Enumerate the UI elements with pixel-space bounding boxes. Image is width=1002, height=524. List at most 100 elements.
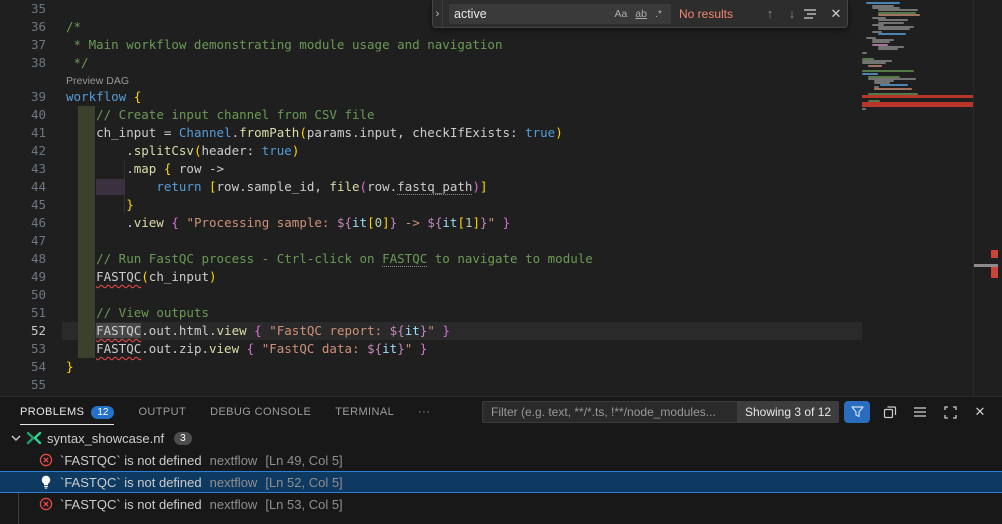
code-line[interactable]: 42 .splitCsv(header: true) — [0, 142, 862, 160]
code-token: .out.html. — [141, 323, 216, 338]
find-previous-icon[interactable]: ↑ — [759, 6, 781, 21]
line-number[interactable]: 43 — [0, 160, 46, 178]
code-line[interactable]: 38 */ — [0, 54, 862, 72]
line-number[interactable]: 39 — [0, 88, 46, 106]
problem-location: [Ln 52, Col 5] — [265, 475, 342, 490]
line-number[interactable]: 52 — [0, 322, 46, 340]
code-line[interactable]: 41 ch_input = Channel.fromPath(params.in… — [0, 124, 862, 142]
code-token: /* — [66, 19, 81, 34]
code-token: row. — [367, 179, 397, 194]
code-token: ) — [292, 143, 300, 158]
code-token: view — [134, 215, 164, 230]
code-line-content: } — [46, 358, 74, 376]
find-next-icon[interactable]: ↓ — [781, 6, 803, 21]
tab-debug-console[interactable]: DEBUG CONSOLE — [210, 397, 311, 427]
code-token — [239, 341, 247, 356]
code-line[interactable]: 48 // Run FastQC process - Ctrl-click on… — [0, 250, 862, 268]
line-number[interactable]: 50 — [0, 286, 46, 304]
code-token: . — [66, 143, 134, 158]
view-as-table-icon[interactable] — [910, 402, 930, 422]
line-number[interactable]: 35 — [0, 0, 46, 18]
regex-icon[interactable]: .* — [651, 8, 666, 20]
line-number[interactable]: 54 — [0, 358, 46, 376]
line-number[interactable]: 42 — [0, 142, 46, 160]
code-line[interactable]: 39workflow { — [0, 88, 862, 106]
codelens-preview-dag[interactable]: Preview DAG — [66, 73, 129, 89]
code-line-content: return [row.sample_id, file(row.fastq_pa… — [46, 178, 488, 196]
line-number[interactable]: 55 — [0, 376, 46, 394]
code-token — [66, 197, 126, 212]
code-token: "FastQC data: — [262, 341, 367, 356]
overview-ruler[interactable] — [973, 0, 1002, 396]
code-token: ] — [473, 215, 481, 230]
code-line[interactable]: 51 // View outputs — [0, 304, 862, 322]
find-input[interactable] — [454, 7, 610, 21]
code-line[interactable]: 47 — [0, 232, 862, 250]
problem-row[interactable]: `FASTQC` is not definednextflow[Ln 53, C… — [0, 493, 1002, 515]
find-results-status: No results — [679, 7, 759, 21]
line-number[interactable]: 44 — [0, 178, 46, 196]
line-number[interactable]: 38 — [0, 54, 46, 72]
code-line-content: FASTQC(ch_input) — [46, 268, 217, 286]
code-line[interactable]: 55 — [0, 376, 862, 394]
find-in-selection-icon[interactable] — [803, 8, 825, 20]
problem-row[interactable]: `FASTQC` is not definednextflow[Ln 49, C… — [0, 449, 1002, 471]
problem-source: nextflow — [210, 497, 258, 512]
code-token: workflow — [66, 89, 134, 104]
code-line[interactable]: 54} — [0, 358, 862, 376]
code-line[interactable]: 52 FASTQC.out.html.view { "FastQC report… — [0, 322, 862, 340]
code-line[interactable]: 50 — [0, 286, 862, 304]
code-line[interactable]: 44 return [row.sample_id, file(row.fastq… — [0, 178, 862, 196]
code-line[interactable]: 49 FASTQC(ch_input) — [0, 268, 862, 286]
code-token: . — [66, 161, 134, 176]
close-panel-icon[interactable]: ✕ — [970, 402, 990, 422]
code-token: } — [66, 359, 74, 374]
whole-word-icon[interactable]: ab — [631, 8, 651, 20]
line-number[interactable]: 53 — [0, 340, 46, 358]
minimap-line — [862, 73, 878, 75]
code-line[interactable]: 46 .view { "Processing sample: ${it[0]} … — [0, 214, 862, 232]
line-number[interactable]: 45 — [0, 196, 46, 214]
tab-output[interactable]: OUTPUT — [138, 397, 186, 427]
tab-label: ··· — [418, 406, 430, 418]
code-token: FASTQC — [96, 269, 141, 284]
line-number[interactable]: 40 — [0, 106, 46, 124]
problem-row[interactable]: `FASTQC` is not definednextflow[Ln 52, C… — [0, 471, 1002, 493]
line-number[interactable]: 37 — [0, 36, 46, 54]
line-number[interactable]: 51 — [0, 304, 46, 322]
line-number[interactable]: 49 — [0, 268, 46, 286]
code-token: it — [405, 323, 420, 338]
code-line-content: FASTQC.out.html.view { "FastQC report: $… — [46, 322, 450, 340]
code-editor[interactable]: 3536 /* 37 * Main workflow demonstrating m… — [0, 0, 1002, 396]
code-token: // View outputs — [96, 305, 209, 320]
code-line[interactable]: 37 * Main workflow demonstrating module … — [0, 36, 862, 54]
code-line[interactable]: 43 .map { row -> — [0, 160, 862, 178]
collapse-all-icon[interactable] — [880, 402, 900, 422]
problems-filter-input[interactable] — [482, 401, 737, 423]
line-number[interactable]: 47 — [0, 232, 46, 250]
chevron-down-icon[interactable] — [8, 435, 24, 441]
maximize-panel-icon[interactable] — [940, 402, 960, 422]
code-lines: 3536 /* 37 * Main workflow demonstrating m… — [0, 0, 862, 394]
minimap[interactable] — [862, 0, 973, 396]
toggle-replace-chevron-icon[interactable]: › — [433, 0, 443, 27]
filter-funnel-button[interactable] — [844, 401, 870, 423]
line-number[interactable]: 41 — [0, 124, 46, 142]
tab-problems[interactable]: PROBLEMS12 — [20, 397, 114, 427]
error-icon — [38, 496, 54, 512]
tab-label: PROBLEMS — [20, 406, 84, 418]
close-find-icon[interactable]: ✕ — [825, 6, 847, 22]
minimap-line — [880, 84, 908, 86]
minimap-line — [862, 95, 973, 98]
line-number[interactable]: 46 — [0, 214, 46, 232]
code-line[interactable]: 45 } — [0, 196, 862, 214]
match-case-icon[interactable]: Aa — [610, 8, 631, 20]
tab-terminal[interactable]: TERMINAL — [335, 397, 394, 427]
code-line[interactable]: 40 // Create input channel from CSV file — [0, 106, 862, 124]
tab-[interactable]: ··· — [418, 397, 430, 427]
code-line[interactable]: 53 FASTQC.out.zip.view { "FastQC data: $… — [0, 340, 862, 358]
line-number[interactable]: 48 — [0, 250, 46, 268]
problems-file-row[interactable]: syntax_showcase.nf 3 — [0, 427, 1002, 449]
line-number[interactable]: 36 — [0, 18, 46, 36]
code-token: view — [217, 323, 247, 338]
